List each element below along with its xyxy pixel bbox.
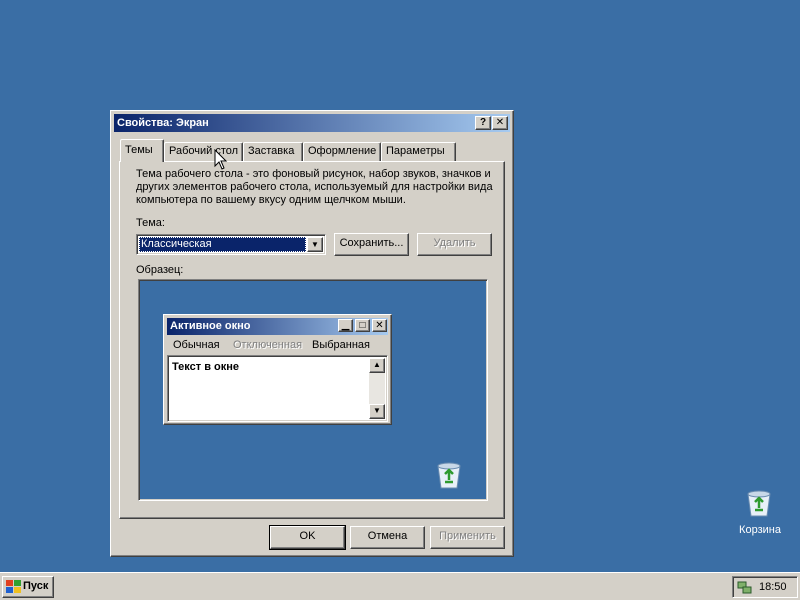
start-label: Пуск xyxy=(23,580,49,592)
help-button[interactable]: ? xyxy=(475,116,491,130)
apply-button[interactable]: Применить xyxy=(430,526,505,549)
close-icon: ✕ xyxy=(372,319,387,332)
recycle-bin-icon xyxy=(747,490,771,517)
scroll-up-icon: ▲ xyxy=(369,358,385,373)
desktop-icon-recycle-bin[interactable]: Корзина xyxy=(732,486,788,542)
delete-theme-button[interactable]: Удалить xyxy=(417,233,492,256)
mouse-cursor-icon xyxy=(214,149,228,170)
scroll-down-icon: ▼ xyxy=(369,404,385,419)
preview-window-title: Активное окно xyxy=(170,320,251,332)
taskbar: Пуск 18:50 xyxy=(0,572,800,600)
preview-menu-selected: Выбранная xyxy=(312,339,371,351)
preview-active-window: Активное окно ▁ □ ✕ Обычная Отключенная … xyxy=(163,314,392,425)
minimize-icon: ▁ xyxy=(338,319,353,332)
preview-menu-bar: Обычная Отключенная Выбранная xyxy=(167,337,388,353)
preview-window-text: Текст в окне xyxy=(172,361,240,373)
theme-select[interactable]: Классическая ▼ xyxy=(136,234,326,255)
dialog-titlebar[interactable]: Свойства: Экран ? ✕ xyxy=(114,114,510,132)
tab-settings[interactable]: Параметры xyxy=(381,142,456,161)
preview-menu-normal: Обычная xyxy=(173,339,220,351)
chevron-down-icon: ▼ xyxy=(311,240,319,249)
maximize-icon: □ xyxy=(355,319,370,332)
theme-label: Тема: xyxy=(136,217,165,229)
recycle-bin-icon xyxy=(437,462,461,489)
tab-screensaver[interactable]: Заставка xyxy=(243,142,303,161)
theme-select-dropdown-button[interactable]: ▼ xyxy=(307,237,323,252)
themes-tab-panel: Тема рабочего стола - это фоновый рисуно… xyxy=(119,161,505,519)
preview-window-titlebar: Активное окно ▁ □ ✕ xyxy=(167,318,388,335)
theme-select-value: Классическая xyxy=(139,237,306,252)
preview-menu-disabled: Отключенная xyxy=(233,339,303,351)
windows-logo-icon xyxy=(6,580,21,593)
ok-button[interactable]: OK xyxy=(269,525,346,550)
preview-scrollbar: ▲ ▼ xyxy=(369,358,385,419)
desktop-icon-label: Корзина xyxy=(739,524,781,536)
network-icon[interactable] xyxy=(737,580,753,595)
theme-preview: Активное окно ▁ □ ✕ Обычная Отключенная … xyxy=(138,279,488,501)
themes-description: Тема рабочего стола - это фоновый рисуно… xyxy=(136,168,493,206)
preview-window-content: Текст в окне ▲ ▼ xyxy=(167,355,388,422)
cancel-button[interactable]: Отмена xyxy=(350,526,425,549)
display-properties-dialog: Свойства: Экран ? ✕ Темы Рабочий стол За… xyxy=(110,110,514,557)
dialog-title: Свойства: Экран xyxy=(117,117,209,129)
tab-themes[interactable]: Темы xyxy=(120,139,164,162)
clock[interactable]: 18:50 xyxy=(759,581,787,593)
sample-label: Образец: xyxy=(136,264,184,276)
tab-desktop[interactable]: Рабочий стол xyxy=(164,142,243,161)
save-theme-button[interactable]: Сохранить... xyxy=(334,233,409,256)
system-tray: 18:50 xyxy=(732,576,798,598)
tab-appearance[interactable]: Оформление xyxy=(303,142,381,161)
start-button[interactable]: Пуск xyxy=(2,576,54,598)
close-icon: ✕ xyxy=(495,117,505,128)
close-button[interactable]: ✕ xyxy=(492,116,508,130)
